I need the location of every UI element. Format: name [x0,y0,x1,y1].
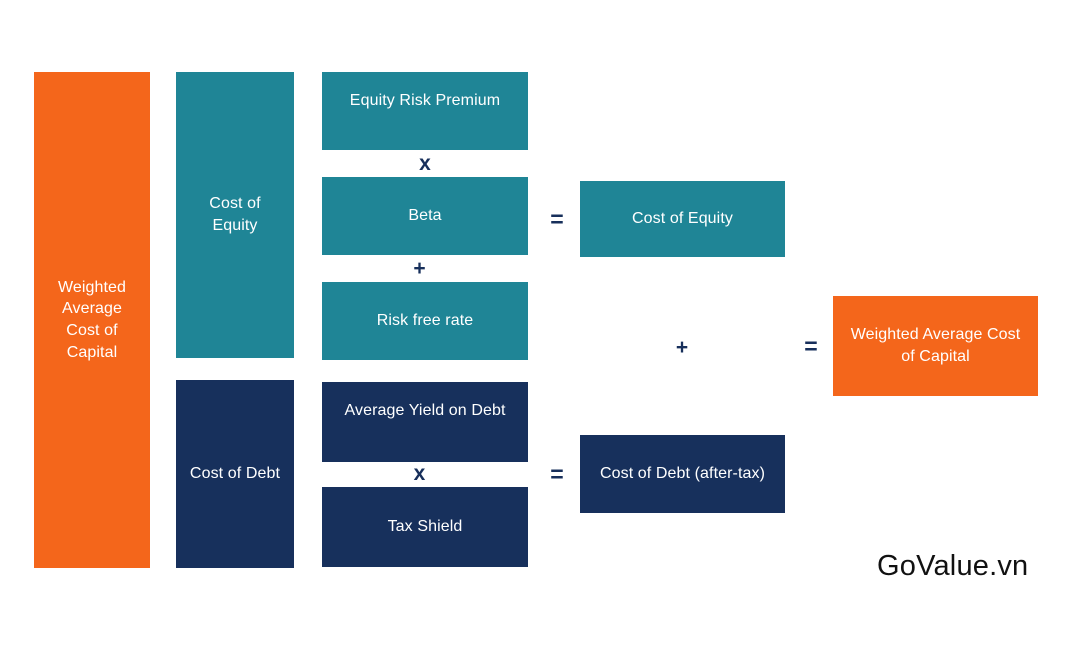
equity-component-risk-free-rate: Risk free rate [322,282,528,360]
operator-plus-final: + [665,334,699,360]
cost-of-debt-bar-label: Cost of Debt [189,465,281,483]
wacc-summary-bar: Weighted Average Cost of Capital [34,72,150,568]
operator-multiply-equity-glyph: x [419,152,431,175]
result-weighted-average-cost-of-capital: Weighted Average Cost of Capital [833,296,1038,396]
debt-component-average-yield-on-debt: Average Yield on Debt [322,382,528,462]
operator-plus-equity-glyph: + [413,257,426,280]
operator-multiply-equity: x [322,150,528,177]
cost-of-equity-bar-label: Cost of Equity [209,195,261,234]
operator-plus-final-glyph: + [675,335,689,359]
cost-of-debt-bar: Cost of Debt [176,380,294,568]
result-cost-of-debt-after-tax: Cost of Debt (after-tax) [580,435,785,513]
operator-multiply-debt: x [322,460,517,487]
debt-component-tax-shield-label: Tax Shield [387,518,463,536]
result-cost-of-debt-after-tax-label: Cost of Debt (after-tax) [599,465,766,483]
debt-component-average-yield-on-debt-label: Average Yield on Debt [344,402,506,419]
equity-component-beta-label: Beta [408,207,442,225]
result-cost-of-equity: Cost of Equity [580,181,785,257]
cost-of-equity-bar: Cost of Equity [176,72,294,358]
equity-component-equity-risk-premium-label: Equity Risk Premium [349,92,501,109]
result-weighted-average-cost-of-capital-label: Weighted Average Cost of Capital [850,326,1021,365]
govalue-wordmark: GoValue.vn [877,552,1028,581]
result-cost-of-equity-label: Cost of Equity [631,210,733,228]
equity-component-beta: Beta [322,177,528,255]
operator-equals-final: = [794,333,828,359]
equity-component-risk-free-rate-label: Risk free rate [376,312,474,330]
operator-equals-debt-glyph: = [550,460,564,487]
operator-equals-equity: = [540,206,574,232]
debt-component-tax-shield: Tax Shield [322,487,528,567]
operator-equals-final-glyph: = [804,332,818,359]
operator-equals-equity-glyph: = [550,205,564,232]
govalue-wordmark-text: GoValue.vn [877,550,1029,582]
operator-multiply-debt-glyph: x [413,462,426,485]
diagram-canvas: Weighted Average Cost of Capital Cost of… [0,0,1068,647]
wacc-summary-bar-label: Weighted Average Cost of Capital [57,278,127,361]
equity-component-equity-risk-premium: Equity Risk Premium [322,72,528,150]
operator-equals-debt: = [540,461,574,487]
operator-plus-equity: + [322,255,517,282]
